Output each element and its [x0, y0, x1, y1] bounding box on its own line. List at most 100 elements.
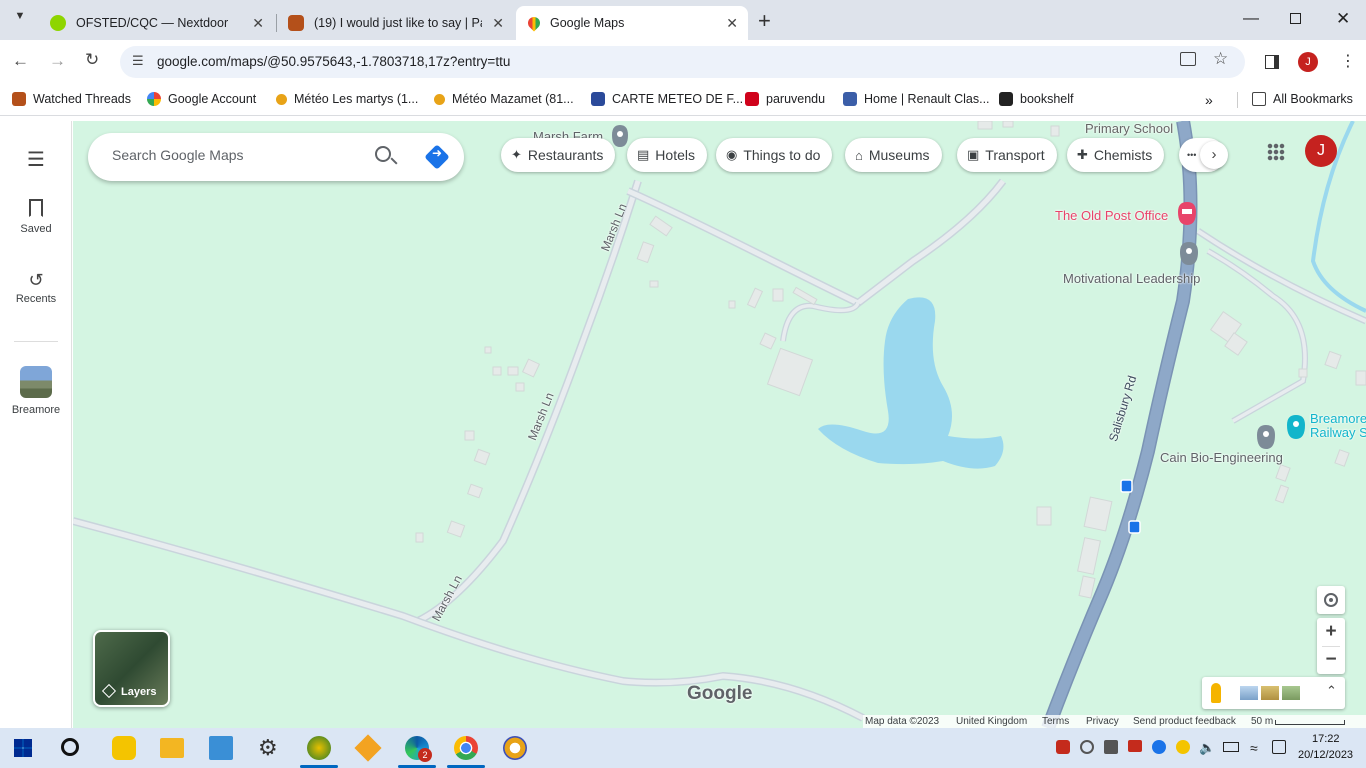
start-button[interactable] — [14, 739, 32, 757]
minimize-button[interactable]: — — [1243, 10, 1259, 28]
map-data-attribution[interactable]: Map data ©2023 — [865, 716, 939, 727]
tab-nextdoor[interactable]: OFSTED/CQC — Nextdoor ✕ — [38, 6, 274, 40]
bookmark-watched-threads[interactable]: Watched Threads — [12, 92, 131, 106]
building — [1324, 350, 1342, 370]
label-motivational-leadership[interactable]: Motivational Leadership — [1063, 271, 1200, 286]
tab-google-maps[interactable]: Google Maps ✕ — [516, 6, 748, 40]
close-tab-icon[interactable]: ✕ — [252, 15, 264, 32]
tray-icon[interactable] — [1176, 740, 1190, 754]
search-icon[interactable] — [375, 146, 391, 162]
recent-place-breamore[interactable]: Breamore — [0, 366, 72, 416]
app-icon[interactable] — [307, 736, 331, 760]
battery-icon[interactable] — [1223, 742, 1239, 752]
imagery-thumbnail[interactable] — [1261, 686, 1279, 700]
restore-button[interactable] — [1290, 13, 1301, 24]
bookmark-carte-meteo[interactable]: CARTE METEO DE F... — [591, 92, 743, 106]
chip-things-to-do[interactable]: ◉ Things to do — [716, 138, 833, 172]
side-panel-icon[interactable] — [1265, 55, 1279, 69]
url-text[interactable]: google.com/maps/@50.9575643,-1.7803718,1… — [157, 54, 510, 69]
tray-icon[interactable] — [1104, 740, 1118, 754]
menu-button[interactable]: ☰ — [0, 147, 72, 172]
search-box[interactable]: ➜ — [88, 133, 464, 181]
tray-icon[interactable] — [1056, 740, 1070, 754]
back-arrow-icon[interactable]: ← — [12, 51, 29, 71]
network-icon[interactable] — [1272, 740, 1286, 754]
forward-arrow-icon[interactable]: → — [49, 51, 66, 71]
tasks-app-icon[interactable] — [112, 736, 136, 760]
tray-icon[interactable] — [1080, 740, 1094, 754]
search-taskbar-icon[interactable] — [61, 738, 79, 756]
imagery-thumbnail[interactable] — [1240, 686, 1258, 700]
label-cain-bio-engineering[interactable]: Cain Bio-Engineering — [1160, 450, 1283, 465]
recents-button[interactable]: ↺ Recents — [0, 270, 72, 305]
install-app-icon[interactable] — [1180, 52, 1196, 66]
reload-icon[interactable]: ↻ — [85, 50, 99, 70]
clock-time[interactable]: 17:22 — [1312, 733, 1340, 745]
chip-hotels[interactable]: ▤ Hotels — [627, 138, 707, 172]
settings-icon[interactable]: ⚙ — [258, 736, 282, 760]
browser-menu-icon[interactable]: ⋮ — [1340, 51, 1356, 71]
close-window-button[interactable]: ✕ — [1336, 9, 1350, 29]
bookmark-google-account[interactable]: Google Account — [147, 92, 256, 106]
bus-stop-icon — [1128, 520, 1141, 534]
vpn-app-icon[interactable] — [503, 736, 527, 760]
tab-forum[interactable]: (19) I would just like to say | Pa ✕ — [276, 6, 514, 40]
recent-place-label: Breamore — [11, 404, 61, 416]
new-tab-button[interactable]: + — [758, 8, 771, 34]
more-bookmarks-icon[interactable]: » — [1205, 92, 1213, 108]
layers-button[interactable]: Layers — [93, 630, 170, 707]
scale-bar[interactable] — [1275, 720, 1345, 725]
search-input[interactable] — [112, 147, 362, 163]
map-canvas[interactable]: Marsh Farm Primary School The Old Post O… — [73, 121, 1366, 728]
pencil-app-icon[interactable] — [354, 734, 382, 762]
bookmark-paruvendu[interactable]: paruvendu — [745, 92, 825, 106]
account-avatar[interactable]: J — [1305, 135, 1337, 167]
clock-date[interactable]: 20/12/2023 — [1298, 749, 1353, 761]
privacy-link[interactable]: Privacy — [1086, 716, 1119, 727]
label-primary-school[interactable]: Primary School — [1085, 121, 1173, 136]
google-apps-icon[interactable] — [1267, 143, 1285, 161]
saved-label: Saved — [20, 223, 52, 235]
chrome-icon[interactable] — [454, 736, 478, 760]
tray-icon[interactable] — [1128, 740, 1142, 752]
label-breamore-railway[interactable]: Breamore — [1310, 411, 1366, 426]
chip-chemists[interactable]: ✚ Chemists — [1067, 138, 1165, 172]
map-tiles[interactable] — [73, 121, 1366, 728]
imagery-thumbnail[interactable] — [1282, 686, 1300, 700]
scroll-chips-right-button[interactable]: › — [1200, 141, 1228, 169]
bookmark-bookshelf[interactable]: bookshelf — [999, 92, 1074, 106]
country-link[interactable]: United Kingdom — [956, 716, 1027, 727]
tab-strip: ▼ OFSTED/CQC — Nextdoor ✕ (19) I would j… — [0, 0, 1366, 40]
chip-transport[interactable]: ▣ Transport — [957, 138, 1057, 172]
label-old-post-office[interactable]: The Old Post Office — [1055, 208, 1168, 223]
control-panel-icon[interactable] — [209, 736, 233, 760]
my-location-button[interactable] — [1317, 586, 1345, 614]
profile-avatar[interactable]: J — [1298, 52, 1318, 72]
expand-icon[interactable]: ⌃ — [1326, 683, 1337, 699]
feedback-link[interactable]: Send product feedback — [1133, 716, 1236, 727]
bookmark-meteo-mazamet[interactable]: Météo Mazamet (81... — [434, 92, 574, 106]
tab-search-dropdown[interactable]: ▼ — [8, 10, 32, 32]
tray-icon[interactable] — [1152, 740, 1166, 754]
chip-museums[interactable]: ⌂ Museums — [845, 138, 942, 172]
wifi-icon[interactable]: ≈ — [1250, 740, 1258, 756]
saved-button[interactable]: Saved — [0, 199, 72, 235]
speaker-icon[interactable]: 🔈 — [1199, 740, 1215, 756]
terms-link[interactable]: Terms — [1042, 716, 1069, 727]
scale-label[interactable]: 50 m — [1251, 716, 1273, 727]
file-explorer-icon[interactable] — [160, 738, 184, 758]
bookmark-star-icon[interactable]: ☆ — [1213, 49, 1228, 69]
close-tab-icon[interactable]: ✕ — [726, 15, 738, 32]
chip-label: Restaurants — [527, 147, 604, 163]
zoom-in-button[interactable]: + — [1317, 618, 1345, 646]
pegman-icon[interactable] — [1211, 683, 1221, 703]
site-info-icon[interactable]: ☰ — [132, 53, 144, 69]
label-breamore-railway[interactable]: Railway S — [1310, 425, 1366, 440]
bookmark-renault[interactable]: Home | Renault Clas... — [843, 92, 990, 106]
zoom-out-button[interactable]: − — [1317, 647, 1345, 674]
bookmark-meteo-martys[interactable]: Météo Les martys (1... — [276, 92, 418, 106]
chip-restaurants[interactable]: ✦ Restaurants — [501, 138, 616, 172]
all-bookmarks-button[interactable]: All Bookmarks — [1252, 92, 1353, 106]
address-bar[interactable]: ☰ google.com/maps/@50.9575643,-1.7803718… — [120, 46, 1245, 78]
close-tab-icon[interactable]: ✕ — [492, 15, 504, 32]
